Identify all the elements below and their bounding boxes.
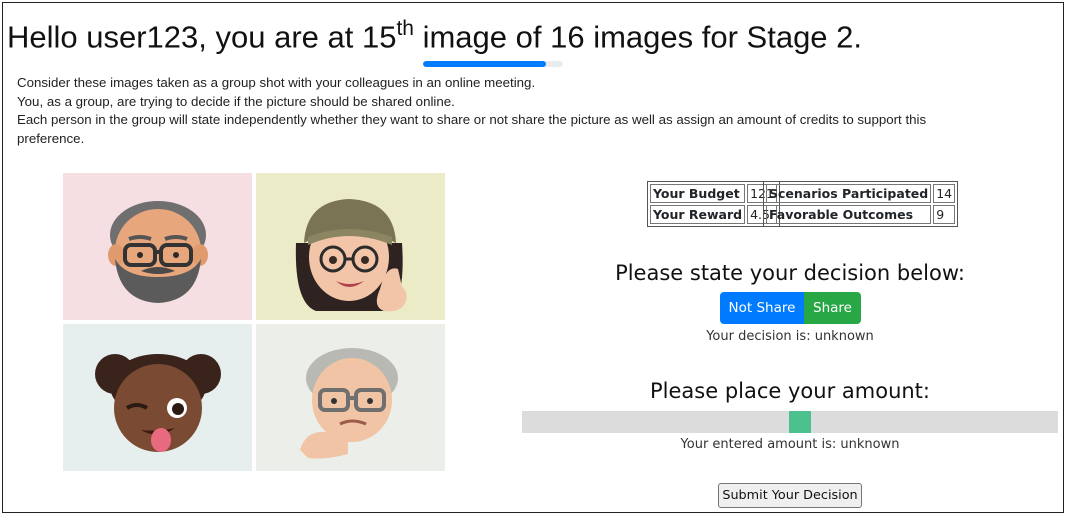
instruction-line: Each person in the group will state inde… [17, 112, 927, 146]
slider-thumb[interactable] [789, 411, 812, 433]
amount-heading: Please place your amount: [650, 379, 930, 403]
scenarios-label: Scenarios Participated [766, 184, 932, 203]
reward-label: Your Reward [650, 205, 746, 224]
instructions: Consider these images taken as a group s… [17, 74, 967, 148]
share-button[interactable]: Share [804, 292, 861, 324]
decision-button-group: Not Share Share [720, 292, 861, 324]
avatar-bearded-man-image [63, 173, 252, 320]
instruction-line: You, as a group, are trying to decide if… [17, 93, 455, 109]
favorable-value: 9 [933, 205, 956, 224]
amount-slider[interactable] [522, 411, 1058, 433]
decision-heading: Please state your decision below: [615, 261, 965, 285]
favorable-label: Favorable Outcomes [766, 205, 932, 224]
instruction-line: Consider these images taken as a group s… [17, 75, 536, 90]
page-title: Hello user123, you are at 15th image of … [7, 17, 863, 55]
progress-fill [423, 61, 547, 67]
budget-label: Your Budget [650, 184, 746, 203]
avatar-woman-beanie-image [256, 173, 445, 320]
amount-status: Your entered amount is: unknown [680, 437, 900, 452]
submit-decision-button[interactable]: Submit Your Decision [718, 483, 862, 508]
avatar-girl-winking-image [63, 324, 252, 471]
participation-table: Scenarios Participated 14 Favorable Outc… [763, 181, 959, 227]
not-share-button[interactable]: Not Share [720, 292, 804, 324]
progress-bar [423, 61, 563, 67]
budget-reward-table: Your Budget 121 Your Reward 4.5 [647, 181, 780, 227]
avatar-older-man-thinking-image [256, 324, 445, 471]
scenarios-value: 14 [933, 184, 956, 203]
decision-status: Your decision is: unknown [706, 329, 874, 344]
